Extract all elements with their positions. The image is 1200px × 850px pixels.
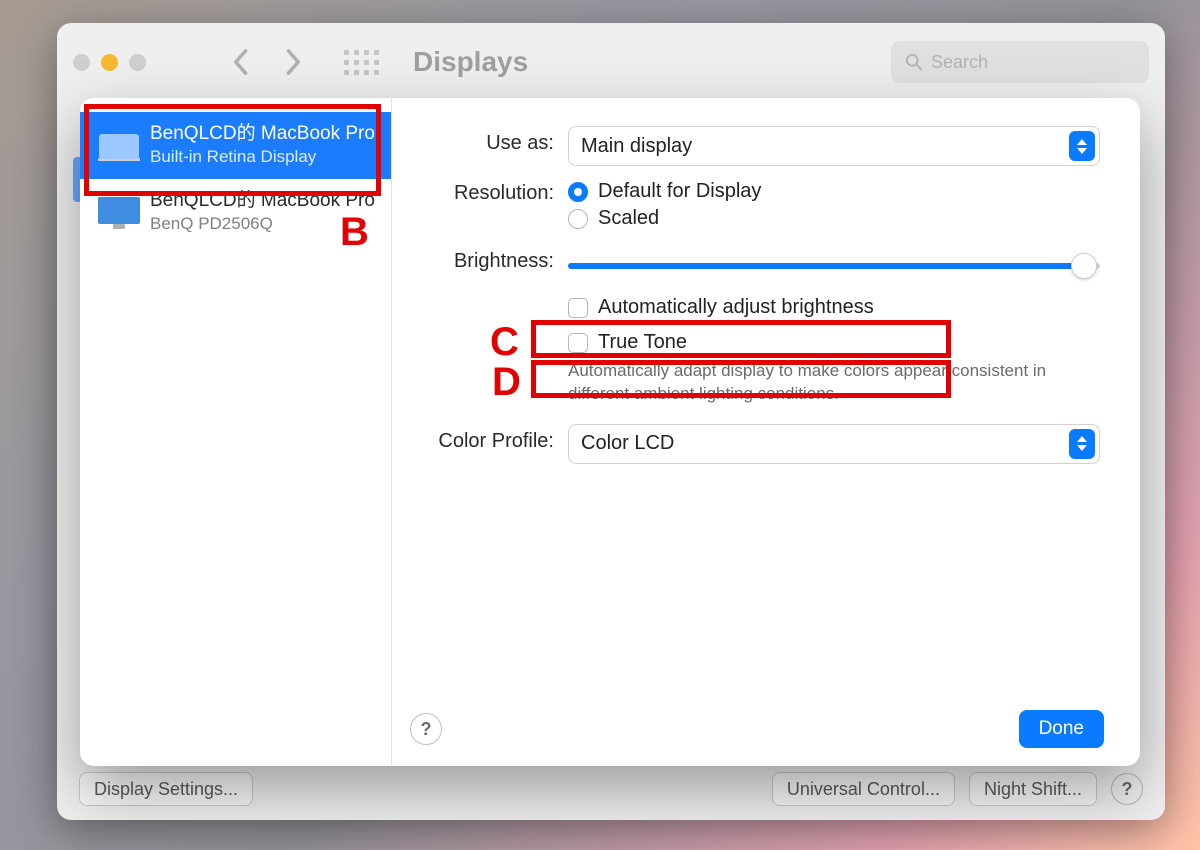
resolution-scaled-label: Scaled — [598, 207, 659, 230]
annotation-label-b: B — [340, 210, 369, 255]
show-all-icon[interactable] — [344, 50, 379, 75]
stepper-icon — [1069, 131, 1095, 161]
use-as-value: Main display — [581, 135, 692, 158]
back-icon[interactable] — [230, 48, 250, 76]
toolbar: Displays Search — [57, 23, 1165, 101]
brightness-slider[interactable] — [568, 254, 1100, 278]
resolution-default-label: Default for Display — [598, 180, 761, 203]
done-button[interactable]: Done — [1019, 710, 1104, 748]
close-dot[interactable] — [73, 54, 90, 71]
color-profile-label: Color Profile: — [410, 424, 568, 453]
auto-brightness-checkbox[interactable]: Automatically adjust brightness — [568, 296, 1100, 319]
brightness-label: Brightness: — [410, 244, 568, 273]
color-profile-select[interactable]: Color LCD — [568, 424, 1100, 464]
search-icon — [905, 53, 923, 71]
search-placeholder: Search — [931, 52, 988, 73]
settings-content: Use as: Main display Resolution: Default… — [392, 98, 1140, 766]
traffic-lights — [73, 54, 146, 71]
bottom-bar: Display Settings... Universal Control...… — [57, 764, 1165, 814]
forward-icon[interactable] — [284, 48, 304, 76]
display-item-subtitle: Built-in Retina Display — [150, 146, 375, 167]
true-tone-checkbox[interactable]: True Tone — [568, 331, 1100, 354]
stepper-icon — [1069, 429, 1095, 459]
monitor-icon — [98, 194, 140, 224]
display-settings-modal: BenQLCD的 MacBook Pro Built-in Retina Dis… — [80, 98, 1140, 766]
checkbox-unchecked-icon — [568, 298, 588, 318]
window-title: Displays — [413, 46, 528, 78]
true-tone-label: True Tone — [598, 331, 687, 354]
display-item-title: BenQLCD的 MacBook Pro — [150, 122, 375, 146]
display-list: BenQLCD的 MacBook Pro Built-in Retina Dis… — [80, 98, 392, 766]
display-item-builtin[interactable]: BenQLCD的 MacBook Pro Built-in Retina Dis… — [80, 112, 391, 179]
auto-brightness-label: Automatically adjust brightness — [598, 296, 874, 319]
minimize-dot[interactable] — [101, 54, 118, 71]
zoom-dot[interactable] — [129, 54, 146, 71]
resolution-label: Resolution: — [410, 176, 568, 205]
annotation-label-c: C — [490, 320, 519, 365]
radio-checked-icon — [568, 182, 588, 202]
use-as-select[interactable]: Main display — [568, 126, 1100, 166]
use-as-label: Use as: — [410, 126, 568, 155]
search-input[interactable]: Search — [891, 41, 1149, 83]
annotation-label-d: D — [492, 360, 521, 405]
checkbox-unchecked-icon — [568, 333, 588, 353]
display-settings-button[interactable]: Display Settings... — [79, 772, 253, 806]
help-button[interactable]: ? — [1111, 773, 1143, 805]
modal-help-button[interactable]: ? — [410, 713, 442, 745]
true-tone-description: Automatically adapt display to make colo… — [568, 360, 1100, 406]
laptop-icon — [98, 129, 140, 159]
color-profile-value: Color LCD — [581, 432, 674, 455]
night-shift-button[interactable]: Night Shift... — [969, 772, 1097, 806]
resolution-default-radio[interactable]: Default for Display — [568, 180, 1100, 203]
radio-unchecked-icon — [568, 209, 588, 229]
resolution-scaled-radio[interactable]: Scaled — [568, 207, 1100, 230]
universal-control-button[interactable]: Universal Control... — [772, 772, 955, 806]
